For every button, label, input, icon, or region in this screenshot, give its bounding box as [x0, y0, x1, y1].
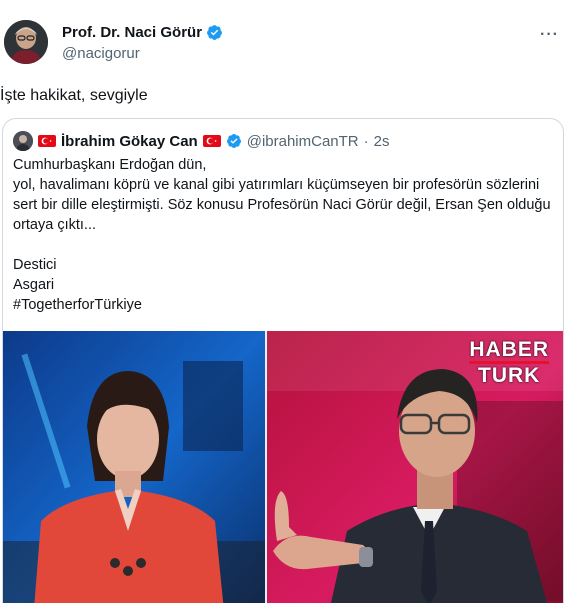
quote-separator: · — [363, 132, 369, 150]
author-name[interactable]: Prof. Dr. Naci Görür — [62, 24, 202, 41]
quote-header: İbrahim Gökay Can @ibrahimCanTR · 2s — [13, 131, 389, 151]
verified-badge-icon — [226, 133, 242, 149]
quote-body: Cumhurbaşkanı Erdoğan dün, yol, havalima… — [13, 157, 551, 313]
brand-line-2: TURK — [478, 364, 541, 387]
author-avatar[interactable] — [4, 20, 48, 64]
verified-badge-icon — [206, 24, 223, 41]
haberturk-logo: HABER TURK — [469, 339, 549, 386]
turkey-flag-icon — [38, 135, 56, 147]
author-handle[interactable]: @nacigorur — [62, 45, 140, 62]
quoted-tweet[interactable]: İbrahim Gökay Can @ibrahimCanTR · 2s Cum… — [2, 118, 564, 603]
brand-line-1: HABER — [469, 338, 549, 361]
quote-author-name[interactable]: İbrahim Gökay Can — [61, 133, 198, 150]
quote-author-handle[interactable]: @ibrahimCanTR — [247, 133, 359, 150]
turkey-flag-icon — [202, 135, 221, 147]
quote-timestamp[interactable]: 2s — [374, 133, 390, 150]
quote-media-image[interactable]: HABER TURK — [3, 331, 563, 603]
video-panel-presenter — [3, 331, 265, 603]
tweet-text: İşte hakikat, sevgiyle — [0, 87, 148, 104]
quote-author-avatar[interactable] — [13, 131, 33, 151]
more-options-icon[interactable]: ··· — [540, 26, 559, 44]
author-name-row: Prof. Dr. Naci Görür — [62, 24, 223, 41]
tweet-header: Prof. Dr. Naci Görür @nacigorur ··· — [0, 0, 565, 80]
